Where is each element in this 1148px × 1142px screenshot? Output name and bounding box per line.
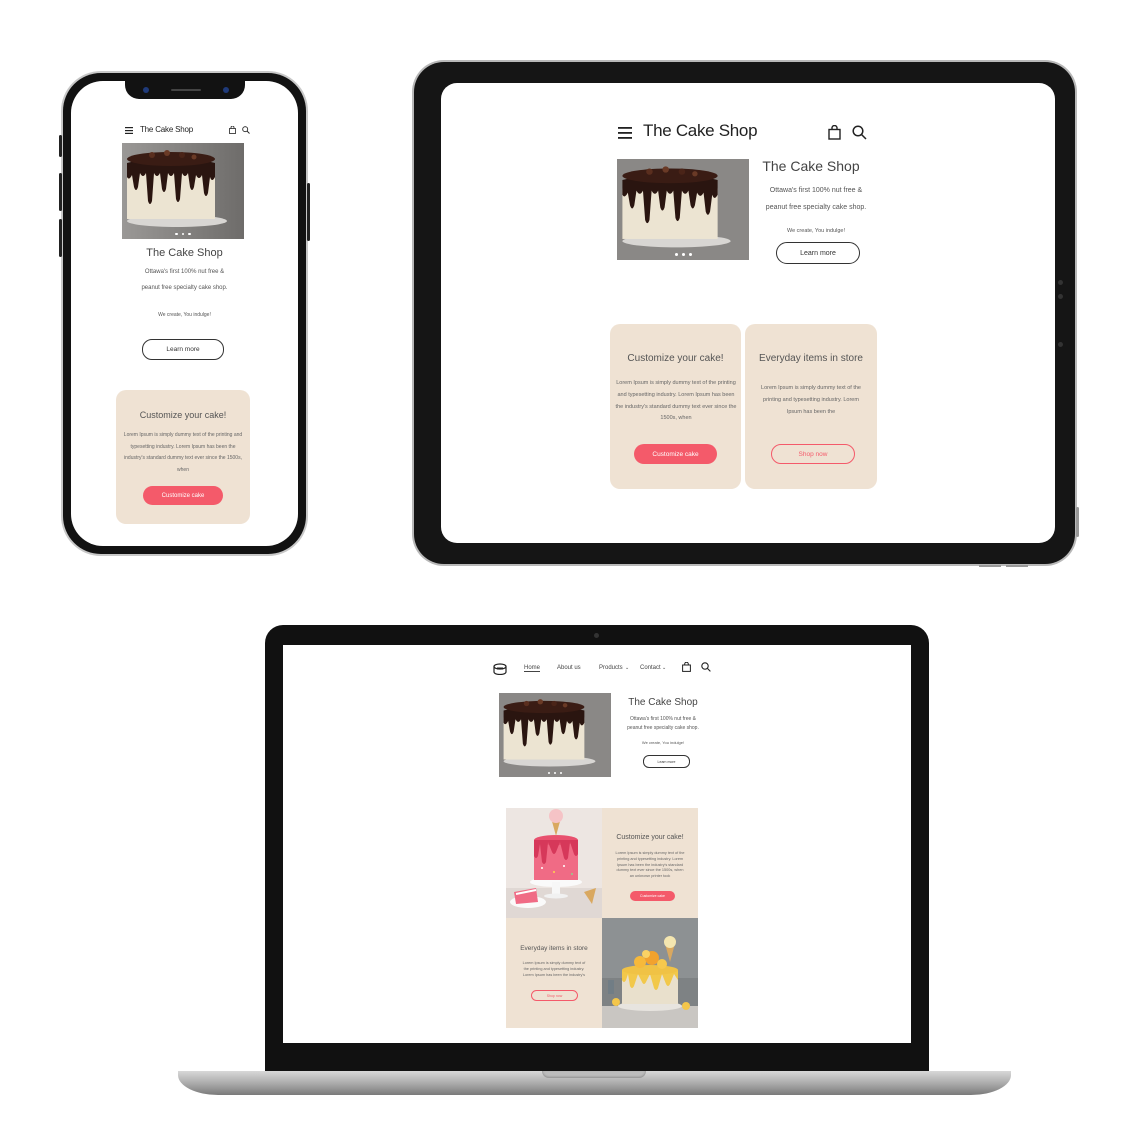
carousel-dots[interactable] [617, 253, 749, 256]
nav-item-home[interactable]: Home [524, 665, 541, 672]
brand-name[interactable]: The Cake Shop [643, 121, 758, 141]
drip-cake-illustration [617, 159, 749, 260]
hero-tagline-line2: peanut free specialty cake shop. [627, 725, 699, 731]
tablet-side-button [1076, 507, 1079, 537]
laptop-camera [594, 633, 599, 638]
customize-card-title: Customize your cake! [139, 410, 227, 420]
customize-cake-button[interactable]: Customize cake [634, 444, 717, 464]
customize-cake-button[interactable]: Customize cake [630, 891, 675, 901]
hero-cake-image [617, 159, 749, 260]
laptop-screen: Home About us Products ⌄ Contact ⌄ The C… [283, 645, 911, 1043]
hero-tagline-line1: Ottawa's first 100% nut free & [144, 269, 225, 275]
store-card-title: Everyday items in store [520, 945, 588, 952]
nav-item-products[interactable]: Products [599, 665, 623, 671]
nav-item-contact[interactable]: Contact [640, 665, 661, 671]
customize-card: Customize your cake! Lorem Ipsum is simp… [116, 390, 250, 524]
phone-notch [125, 81, 245, 99]
phone-screen: The Cake Shop The Cake Shop Ottawa's fir… [71, 81, 298, 546]
hero-cake-image [499, 693, 611, 777]
phone-side-button [307, 183, 310, 241]
hero-tagline-line1: Ottawa's first 100% nut free & [630, 716, 696, 722]
tablet-bottom-button [1006, 565, 1028, 567]
tablet-device: The Cake Shop The Cake Shop Ottawa's fir… [414, 62, 1079, 567]
pink-drip-cake-illustration [506, 808, 602, 918]
search-icon[interactable] [852, 125, 867, 140]
hero-title: The Cake Shop [762, 158, 860, 174]
hero-motto: We create, You indulge! [641, 740, 685, 745]
phone-side-button [59, 135, 62, 157]
phone-device: The Cake Shop The Cake Shop Ottawa's fir… [59, 73, 310, 554]
learn-more-button[interactable]: Learn more [643, 755, 690, 768]
tablet-screen: The Cake Shop The Cake Shop Ottawa's fir… [441, 83, 1055, 543]
shopping-bag-icon[interactable] [229, 126, 236, 134]
drip-cake-illustration [122, 143, 244, 239]
customize-card-body: Lorem Ipsum is simply dummy text of the … [123, 432, 243, 473]
phone-header: The Cake Shop [125, 125, 253, 137]
chevron-down-icon[interactable]: ⌄ [662, 665, 666, 671]
speaker-grille [171, 89, 201, 91]
drip-cake-illustration [499, 693, 611, 777]
carousel-dots[interactable] [122, 232, 244, 235]
store-card-body: Lorem Ipsum is simply dummy text of the … [761, 385, 861, 415]
store-card: Everyday items in store Lorem Ipsum is s… [506, 918, 602, 1028]
store-card-body: Lorem Ipsum is simply dummy text of the … [522, 961, 586, 977]
hero-motto: We create, You indulge! [787, 228, 845, 234]
laptop-device: Home About us Products ⌄ Contact ⌄ The C… [265, 625, 929, 1071]
learn-more-button[interactable]: Learn more [142, 339, 224, 360]
hero-title: The Cake Shop [146, 247, 223, 259]
store-card-title: Everyday items in store [759, 353, 863, 364]
customize-card-body: Lorem Ipsum is simply dummy text of the … [615, 380, 737, 422]
customize-card: Customize your cake! Lorem Ipsum is simp… [602, 808, 698, 918]
yellow-cake-image [602, 918, 698, 1028]
camera-dot [223, 87, 229, 93]
tablet-camera [1058, 280, 1063, 285]
hamburger-menu-icon[interactable] [125, 127, 133, 134]
customize-card: Customize your cake! Lorem Ipsum is simp… [610, 324, 741, 489]
hero-tagline-line1: Ottawa's first 100% nut free & [769, 187, 863, 194]
laptop-base [178, 1071, 1011, 1095]
shop-now-button[interactable]: Shop now [771, 444, 855, 464]
tablet-bottom-button [979, 565, 1001, 567]
yellow-drip-cake-illustration [602, 918, 698, 1028]
hamburger-menu-icon[interactable] [618, 127, 632, 139]
cake-icon[interactable] [493, 663, 507, 675]
customize-cake-button[interactable]: Customize cake [143, 486, 223, 505]
shop-now-button[interactable]: Shop now [531, 990, 578, 1001]
customize-card-body: Lorem Ipsum is simply dummy text of the … [615, 851, 685, 879]
camera-dot [143, 87, 149, 93]
phone-side-button [59, 219, 62, 257]
phone-side-button [59, 173, 62, 211]
hero-title: The Cake Shop [628, 697, 698, 708]
tablet-camera [1058, 342, 1063, 347]
pink-cake-image [506, 808, 602, 918]
hero-cake-image [122, 143, 244, 239]
shopping-bag-icon[interactable] [828, 125, 841, 140]
customize-card-title: Customize your cake! [627, 353, 724, 364]
hero-tagline-line2: peanut free specialty cake shop. [765, 204, 867, 211]
laptop-hinge-notch [542, 1071, 646, 1078]
search-icon[interactable] [701, 662, 711, 672]
shopping-bag-icon[interactable] [682, 662, 691, 672]
search-icon[interactable] [242, 126, 250, 134]
chevron-down-icon[interactable]: ⌄ [625, 665, 629, 671]
brand-name[interactable]: The Cake Shop [140, 125, 193, 134]
carousel-dots[interactable] [499, 772, 611, 774]
nav-item-about[interactable]: About us [557, 665, 581, 671]
customize-card-title: Customize your cake! [616, 834, 684, 841]
hero-motto: We create, You indulge! [158, 312, 211, 318]
tablet-camera [1058, 294, 1063, 299]
hero-tagline-line2: peanut free specialty cake shop. [141, 285, 228, 291]
learn-more-button[interactable]: Learn more [776, 242, 860, 264]
store-card: Everyday items in store Lorem Ipsum is s… [745, 324, 877, 489]
